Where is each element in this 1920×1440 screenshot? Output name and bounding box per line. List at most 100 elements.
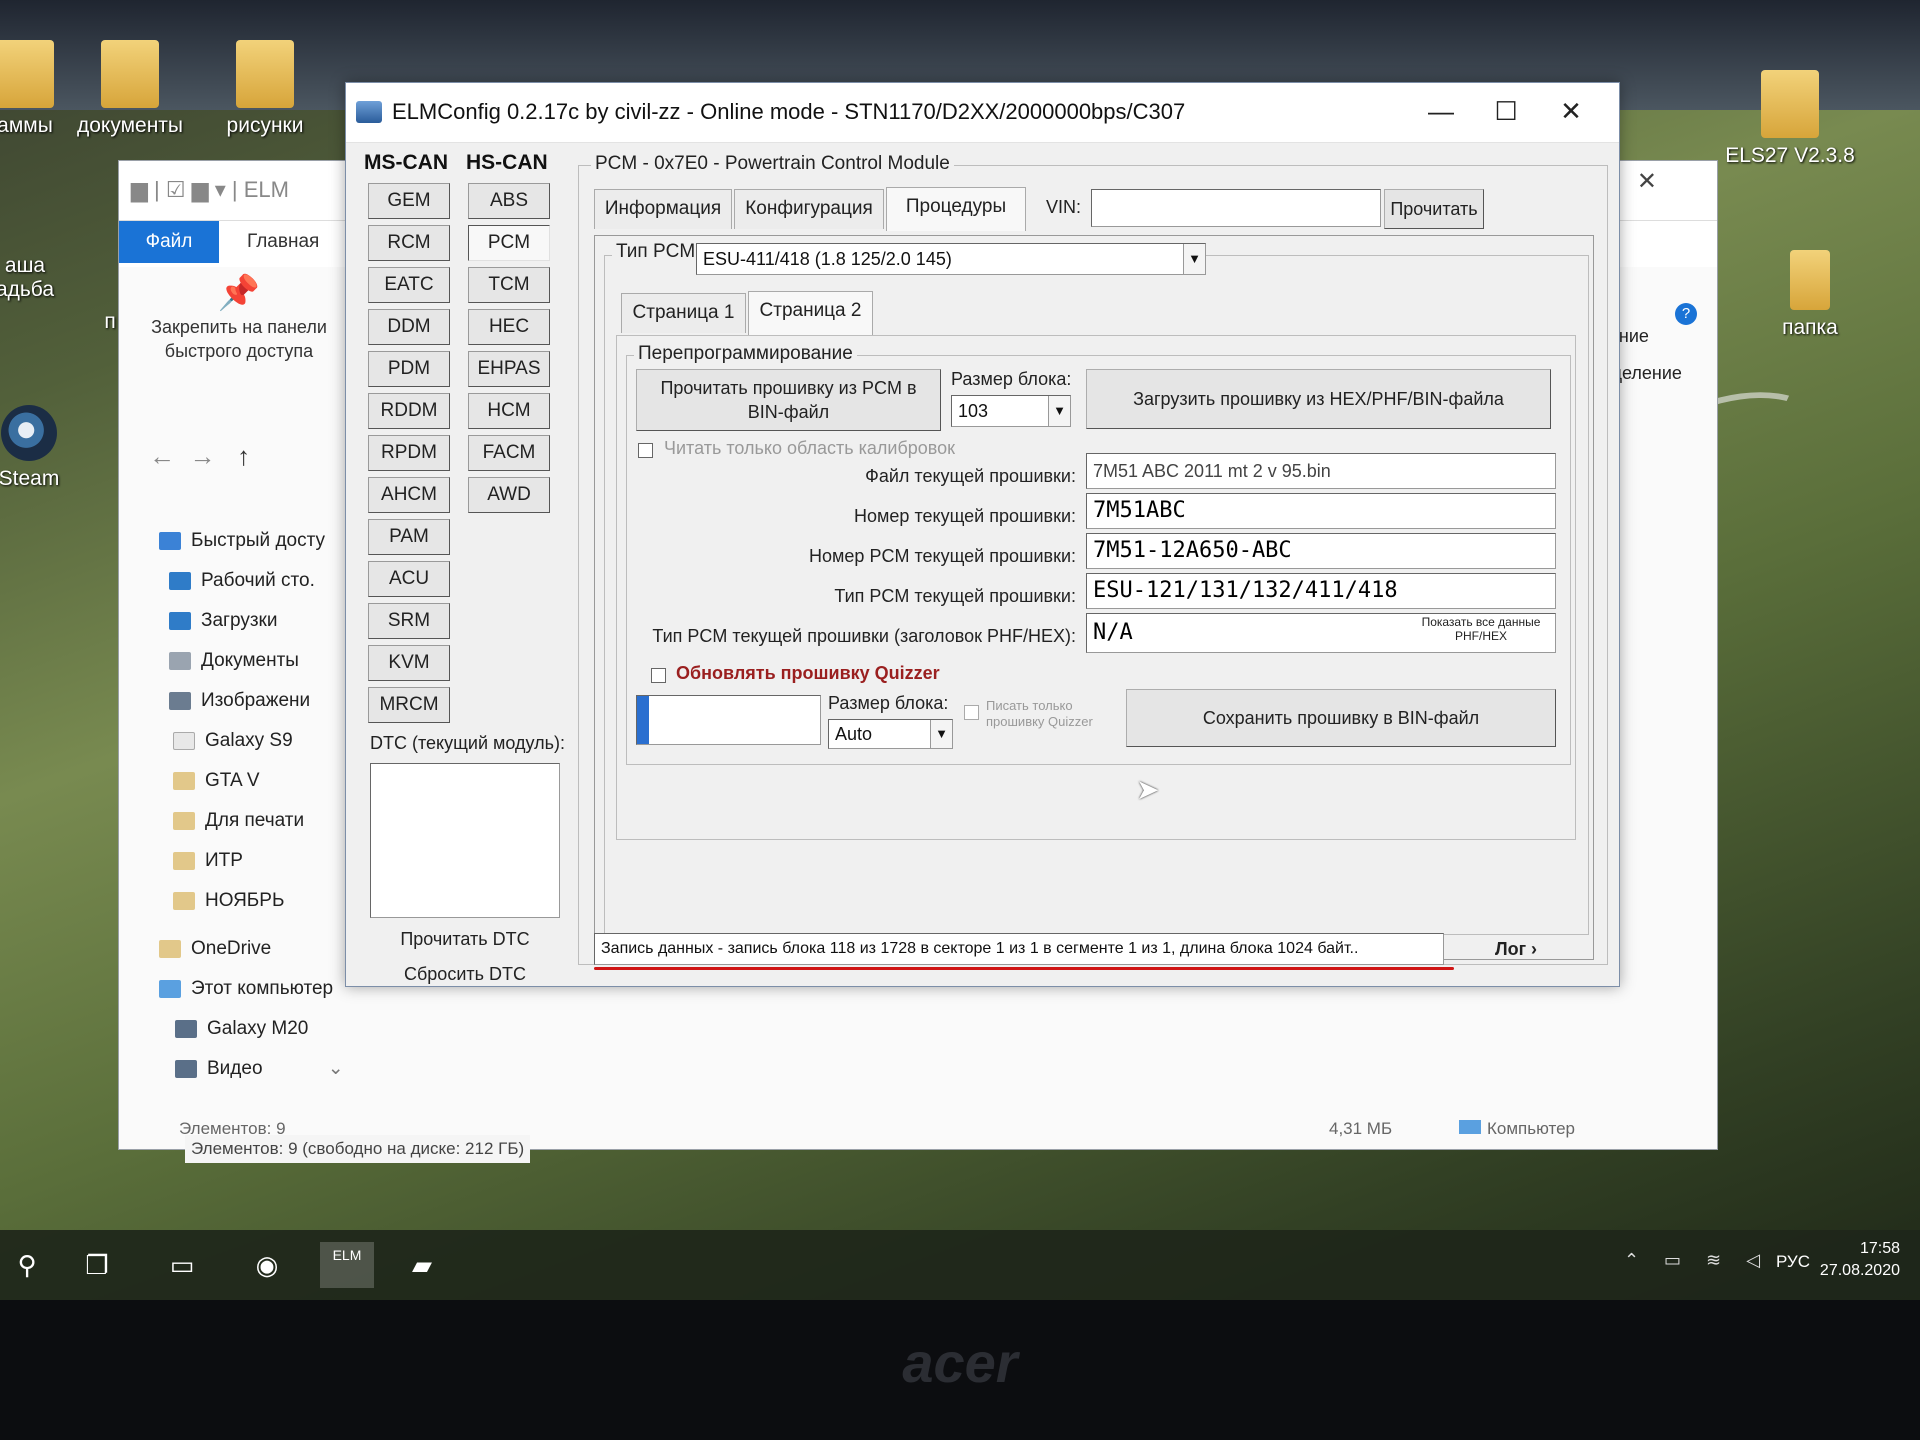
phone-icon [175,1019,197,1038]
desktop-icon-partial[interactable]: п [100,310,120,334]
progress-fill [637,696,650,744]
chevron-down-icon[interactable]: ▼ [1048,396,1070,426]
chevron-down-icon[interactable]: ▼ [930,720,952,748]
module-rpdm[interactable]: RPDM [368,435,450,471]
tab-file[interactable]: Файл [119,221,219,263]
sidebar-item-video[interactable]: Видео ⌄ [159,1049,399,1089]
module-pdm[interactable]: PDM [368,351,450,387]
task-view-icon[interactable]: ❐ [70,1242,124,1288]
module-abs[interactable]: ABS [468,183,550,219]
close-button[interactable]: ✕ [1541,93,1601,129]
explorer-status-computer: Компьютер [1459,1119,1575,1139]
log-button[interactable]: Лог › [1476,933,1556,965]
save-firmware-button[interactable]: Сохранить прошивку в BIN-файл [1126,689,1556,747]
desktop-icon-pictures[interactable]: рисунки [215,40,315,138]
desktop-icon [169,571,191,590]
module-facm[interactable]: FACM [468,435,550,471]
window-title: ELMConfig 0.2.17c by civil-zz - Online m… [392,99,1186,124]
module-pam[interactable]: PAM [368,519,450,555]
module-pcm[interactable]: PCM [468,225,550,261]
folder-icon [173,851,195,870]
status-underline [594,967,1454,970]
read-dtc-button[interactable]: Прочитать DTC [370,923,560,955]
module-ahcm[interactable]: AHCM [368,477,450,513]
tab-config[interactable]: Конфигурация [734,189,884,229]
download-icon [169,611,191,630]
explorer-nav-buttons[interactable]: ← → ↑ [149,441,250,472]
tab-info[interactable]: Информация [594,189,732,229]
elmconfig-taskbar-button[interactable]: ELM [320,1242,374,1288]
search-icon[interactable]: ⚲ [0,1242,54,1288]
current-fw-number-label: Номер текущей прошивки: [854,506,1076,526]
maximize-button[interactable]: ☐ [1476,93,1536,129]
current-fw-file-label: Файл текущей прошивки: [865,466,1076,486]
tab-page-2[interactable]: Страница 2 [748,291,873,335]
file-icon [173,731,195,750]
minimize-button[interactable]: — [1411,93,1471,129]
current-fw-file-value[interactable]: 7M51 ABC 2011 mt 2 v 95.bin [1086,453,1556,489]
module-hec[interactable]: HEC [468,309,550,345]
desktop-icon-documents[interactable]: документы [70,40,190,138]
module-ddm[interactable]: DDM [368,309,450,345]
document-icon [169,651,191,670]
clear-dtc-button[interactable]: Сбросить DTC [370,958,560,990]
current-fw-number-value[interactable]: 7M51ABC [1086,493,1556,529]
read-calibration-label: Читать только область калибровок [664,438,956,458]
module-acu[interactable]: ACU [368,561,450,597]
tray-clock[interactable]: 17:58 27.08.2020 [1820,1238,1900,1282]
monitor-screen: аммы документы рисунки ELS27 V2.3.8 аша … [0,0,1920,1300]
chevron-down-icon[interactable]: ▼ [1183,244,1205,274]
elmconfig-window[interactable]: ELMConfig 0.2.17c by civil-zz - Online m… [345,82,1620,987]
reprogramming-title: Перепрограммирование [634,343,857,365]
block-size-select[interactable]: 103 ▼ [951,395,1071,427]
desktop-icon-els27[interactable]: ELS27 V2.3.8 [1725,70,1855,168]
show-all-phf-link[interactable]: Показать все данные PHF/HEX [1416,615,1546,643]
update-quizzer-checkbox[interactable] [651,668,666,683]
explorer-status-bar: Элементов: 9 (свободно на диске: 212 ГБ) [185,1135,531,1163]
current-pcm-number-label: Номер PCM текущей прошивки: [809,546,1076,566]
module-eatc[interactable]: EATC [368,267,450,303]
desktop-icon-folder[interactable]: папка [1760,250,1860,340]
tab-page-1[interactable]: Страница 1 [621,293,746,333]
module-hcm[interactable]: HCM [468,393,550,429]
chrome-icon[interactable]: ◉ [240,1242,294,1288]
module-kvm[interactable]: KVM [368,645,450,681]
module-srm[interactable]: SRM [368,603,450,639]
read-firmware-button[interactable]: Прочитать прошивку из PCM в BIN-файл [636,369,941,431]
pcm-type-select[interactable]: ESU-411/418 (1.8 125/2.0 145) ▼ [696,243,1206,275]
pin-quick-access-button[interactable]: 📌 Закрепить на панели быстрого доступа [119,276,359,363]
tray-icons[interactable]: ⌃ ▭ ≋ ◁ [1624,1250,1770,1271]
module-ehpas[interactable]: EHPAS [468,351,550,387]
write-block-size-select[interactable]: Auto ▼ [828,719,953,749]
write-progress-bar [636,695,821,745]
write-quizzer-only-checkbox[interactable] [964,705,979,720]
module-gem[interactable]: GEM [368,183,450,219]
vin-input[interactable] [1091,189,1381,227]
desktop-icon-programs[interactable]: аммы [0,40,60,138]
read-calibration-checkbox[interactable] [638,443,653,458]
quick-access-toolbar[interactable]: ▆ | ☑ ▆ ▾ | ELM [131,177,289,203]
module-rddm[interactable]: RDDM [368,393,450,429]
read-vin-button[interactable]: Прочитать [1384,189,1484,229]
load-firmware-button[interactable]: Загрузить прошивку из HEX/PHF/BIN-файла [1086,369,1551,429]
current-pcm-number-value[interactable]: 7M51-12A650-ABC [1086,533,1556,569]
update-quizzer-label: Обновлять прошивку Quizzer [676,663,940,683]
tab-home[interactable]: Главная [247,221,319,263]
dtc-list[interactable] [370,763,560,918]
file-explorer-taskbar-icon[interactable]: ▭ [155,1242,209,1288]
desktop-icon-wedding[interactable]: аша адьба [0,230,60,302]
tab-procedures[interactable]: Процедуры [886,187,1026,231]
module-group-title: PCM - 0x7E0 - Powertrain Control Module [591,153,954,175]
app-taskbar-icon[interactable]: ▰ [395,1242,449,1288]
tray-language[interactable]: РУС [1776,1252,1810,1272]
current-pcm-type-value[interactable]: ESU-121/131/132/411/418 [1086,573,1556,609]
module-tcm[interactable]: TCM [468,267,550,303]
desktop-icon-steam[interactable]: Steam [0,405,64,491]
module-mrcm[interactable]: MRCM [368,687,450,723]
elmconfig-app-icon [356,101,382,123]
module-rcm[interactable]: RCM [368,225,450,261]
sidebar-item-galaxy-m20[interactable]: Galaxy M20 [159,1009,399,1049]
dtc-label: DTC (текущий модуль): [370,733,566,753]
chevron-down-icon[interactable]: ⌄ [328,1058,344,1079]
module-awd[interactable]: AWD [468,477,550,513]
